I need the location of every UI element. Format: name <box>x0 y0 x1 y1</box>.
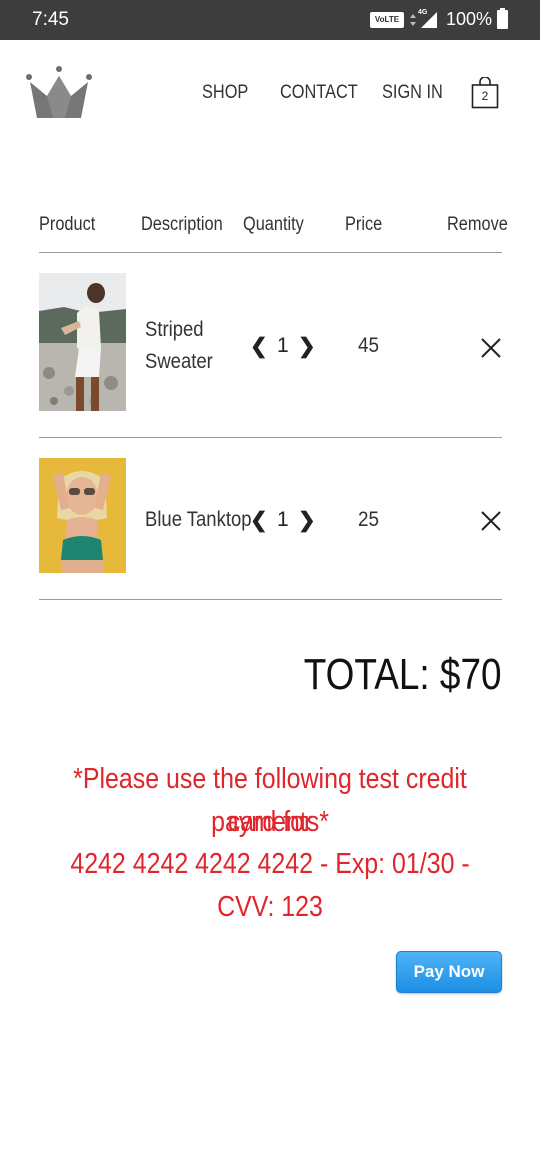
battery-icon <box>497 8 508 29</box>
order-total: TOTAL: $70 <box>304 650 502 699</box>
quantity-decrease-button[interactable]: ❮ <box>250 508 268 533</box>
quantity-increase-button[interactable]: ❯ <box>298 508 316 533</box>
cart-count: 2 <box>481 89 489 103</box>
nav-contact-link[interactable]: CONTACT <box>280 82 358 104</box>
nav-sign-in-link[interactable]: SIGN IN <box>382 82 443 104</box>
header-divider <box>39 252 502 253</box>
status-bar: 7:45 VoLTE 4G 100% <box>0 0 540 40</box>
header-price: Price <box>345 214 383 235</box>
status-time: 7:45 <box>32 9 69 30</box>
row-divider <box>39 437 502 438</box>
product-image-striped-sweater <box>39 273 126 411</box>
item-description-line: Sweater <box>145 350 213 373</box>
quantity-stepper: ❮ 1 ❯ <box>250 334 316 364</box>
test-card-notice-line: payments* <box>211 806 329 838</box>
item-description-line: Blue Tanktop <box>145 508 252 531</box>
item-description: Blue Tanktop <box>145 504 252 536</box>
row-divider <box>39 599 502 600</box>
quantity-stepper: ❮ 1 ❯ <box>250 508 316 538</box>
volte-icon: VoLTE <box>370 12 404 28</box>
item-price: 25 <box>358 508 380 531</box>
battery-percent: 100% <box>446 9 493 29</box>
remove-item-icon[interactable] <box>480 337 502 359</box>
signal-icon <box>421 12 437 28</box>
header-description: Description <box>141 214 223 235</box>
nav-shop-link[interactable]: SHOP <box>202 82 248 104</box>
quantity-value: 1 <box>277 508 289 531</box>
item-description-line: Striped <box>145 318 204 341</box>
item-price: 45 <box>358 334 380 357</box>
remove-item-icon[interactable] <box>480 510 502 532</box>
data-arrows-icon <box>410 14 416 26</box>
quantity-decrease-button[interactable]: ❮ <box>250 334 268 359</box>
pay-now-button[interactable]: Pay Now <box>396 951 502 993</box>
header-remove: Remove <box>447 214 508 235</box>
shopping-bag-button[interactable]: 2 <box>471 76 499 109</box>
quantity-increase-button[interactable]: ❯ <box>298 334 316 359</box>
header-quantity: Quantity <box>243 214 304 235</box>
header-product: Product <box>39 214 96 235</box>
product-image-blue-tanktop <box>39 458 126 573</box>
crown-logo-icon[interactable] <box>25 66 93 120</box>
item-description: Striped Sweater <box>145 314 213 378</box>
test-card-number: 4242 4242 4242 4242 - Exp: 01/30 - CVV: … <box>70 848 470 923</box>
quantity-value: 1 <box>277 334 289 357</box>
